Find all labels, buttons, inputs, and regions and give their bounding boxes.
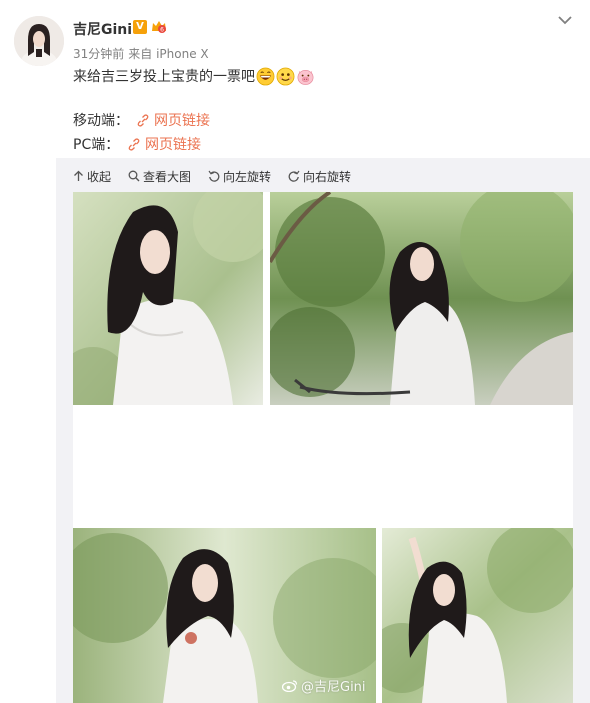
weibo-logo-icon xyxy=(282,680,298,692)
weibo-post: 吉尼Gini V 6 31分钟前 来自 iPhone X 来给吉三岁投上宝贵的一票… xyxy=(0,0,590,703)
link-icon xyxy=(128,137,140,151)
rotate-right-button[interactable]: 向右旋转 xyxy=(288,168,351,185)
photo-girl-arm-raised[interactable] xyxy=(382,528,573,703)
member-crown-icon[interactable]: 6 xyxy=(150,18,168,34)
username[interactable]: 吉尼Gini xyxy=(73,19,132,39)
smiling-face-icon xyxy=(276,67,295,85)
view-large-button[interactable]: 查看大图 xyxy=(128,168,191,185)
photo-girl-closeup-left[interactable] xyxy=(73,192,263,405)
mobile-link-text[interactable]: 网页链接 xyxy=(154,110,210,130)
post-time[interactable]: 31分钟前 xyxy=(73,47,124,61)
post-text: 来给吉三岁投上宝贵的一票吧 xyxy=(73,66,315,86)
chevron-down-icon[interactable] xyxy=(556,12,574,28)
media-toolbar: 收起 查看大图 向左旋转 向右旋转 xyxy=(73,167,368,185)
rotate-left-icon xyxy=(208,170,220,182)
verified-badge-icon[interactable]: V xyxy=(133,20,147,34)
arrow-up-icon xyxy=(74,170,83,181)
post-text-body: 来给吉三岁投上宝贵的一票吧 xyxy=(73,69,255,85)
svg-text:6: 6 xyxy=(160,27,164,34)
pc-link-label: PC端： xyxy=(73,137,120,153)
rotate-left-button[interactable]: 向左旋转 xyxy=(208,168,271,185)
view-large-label: 查看大图 xyxy=(143,169,192,184)
post-meta: 31分钟前 来自 iPhone X xyxy=(73,45,213,62)
mobile-link-label: 移动端： xyxy=(73,113,129,129)
watermark-text: @吉尼Gini xyxy=(301,680,366,695)
avatar[interactable] xyxy=(14,16,64,66)
pc-link-text[interactable]: 网页链接 xyxy=(145,134,201,154)
post-source: 来自 iPhone X xyxy=(128,47,209,61)
link-icon xyxy=(137,113,149,127)
pc-link-row: PC端： 网页链接 xyxy=(73,134,201,154)
mobile-link-row: 移动端： 网页链接 xyxy=(73,110,210,130)
rotate-right-icon xyxy=(288,170,300,182)
search-icon xyxy=(128,170,140,182)
pc-web-link[interactable]: 网页链接 xyxy=(128,134,201,154)
rotate-right-label: 向右旋转 xyxy=(303,169,352,184)
rotate-left-label: 向左旋转 xyxy=(223,169,272,184)
photo-watermark: @吉尼Gini xyxy=(282,676,366,695)
grinning-face-icon xyxy=(256,67,275,85)
photo-girl-with-bicycle[interactable] xyxy=(270,192,573,405)
mobile-web-link[interactable]: 网页链接 xyxy=(137,110,210,130)
collapse-label: 收起 xyxy=(87,169,112,184)
pig-face-icon xyxy=(297,69,314,85)
collapse-button[interactable]: 收起 xyxy=(73,168,111,185)
